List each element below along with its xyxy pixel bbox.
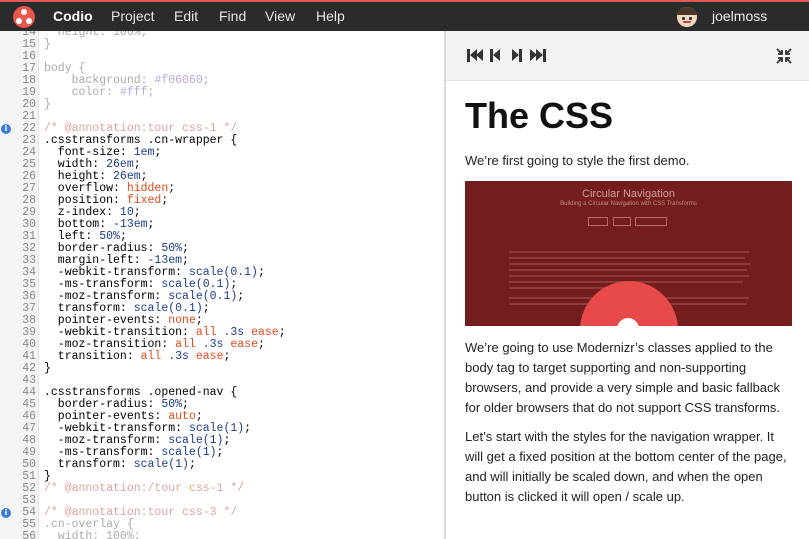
menu-help[interactable]: Help: [316, 2, 345, 31]
tour-preview-pane: The CSS We’re first going to style the f…: [446, 31, 809, 539]
code-line[interactable]: 41 transition: all .3s ease;: [0, 351, 444, 363]
code-line[interactable]: 14 height: 100%;: [0, 31, 444, 39]
line-number: 56: [22, 530, 36, 539]
paragraph-wrapper-styles: Let’s start with the styles for the navi…: [465, 429, 787, 504]
menu-edit[interactable]: Edit: [174, 2, 198, 31]
code-text[interactable]: color: #fff;: [44, 87, 155, 99]
code-text[interactable]: transition: all .3s ease;: [44, 351, 231, 363]
code-text[interactable]: width: 100%;: [44, 531, 141, 539]
code-text[interactable]: transform: scale(1);: [44, 459, 196, 471]
code-line[interactable]: 56 width: 100%;: [0, 531, 444, 539]
menu-project[interactable]: Project: [111, 2, 155, 31]
code-editor[interactable]: 14 height: 100%; 15} 16 17 body {18 backgrou…: [0, 31, 444, 539]
page-title: The CSS: [465, 95, 614, 136]
intro-text: We’re first going to style the first dem…: [465, 153, 690, 168]
brand-menu[interactable]: Codio: [53, 2, 93, 31]
code-text[interactable]: }: [44, 99, 51, 111]
demo-title: Circular Navigation: [582, 188, 675, 200]
code-line[interactable]: 42}: [0, 363, 444, 375]
code-line[interactable]: 15}: [0, 39, 444, 51]
code-line[interactable]: 52/* @annotation:/tour css-1 */: [0, 483, 444, 495]
paragraph-modernizr: We’re going to use Modernizr’s classes a…: [465, 340, 781, 415]
menu-view[interactable]: View: [265, 2, 295, 31]
code-text[interactable]: }: [44, 363, 51, 375]
code-line[interactable]: 19 color: #fff;: [0, 87, 444, 99]
username[interactable]: joelmoss: [712, 2, 767, 31]
code-text[interactable]: /* @annotation:/tour css-1 */: [44, 483, 244, 495]
menu-find[interactable]: Find: [219, 2, 246, 31]
code-line[interactable]: 50 transform: scale(1);: [0, 459, 444, 471]
avatar[interactable]: [677, 7, 697, 27]
code-text[interactable]: }: [44, 39, 51, 51]
next-step-icon[interactable]: [512, 49, 522, 63]
demo-subtitle: Building a Circular Navigation with CSS …: [560, 201, 697, 207]
collapse-icon[interactable]: [776, 48, 792, 64]
previous-step-icon[interactable]: [490, 49, 500, 63]
first-step-icon[interactable]: [467, 49, 483, 63]
last-step-icon[interactable]: [530, 49, 546, 63]
demo-screenshot: Circular Navigation Building a Circular …: [465, 181, 792, 326]
code-line[interactable]: 20}: [0, 99, 444, 111]
codio-logo-icon[interactable]: [13, 6, 35, 28]
tour-toolbar: [446, 31, 809, 81]
menu-bar: Codio Project Edit Find View Help joelmo…: [0, 0, 809, 31]
code-text[interactable]: height: 100%;: [44, 31, 148, 39]
